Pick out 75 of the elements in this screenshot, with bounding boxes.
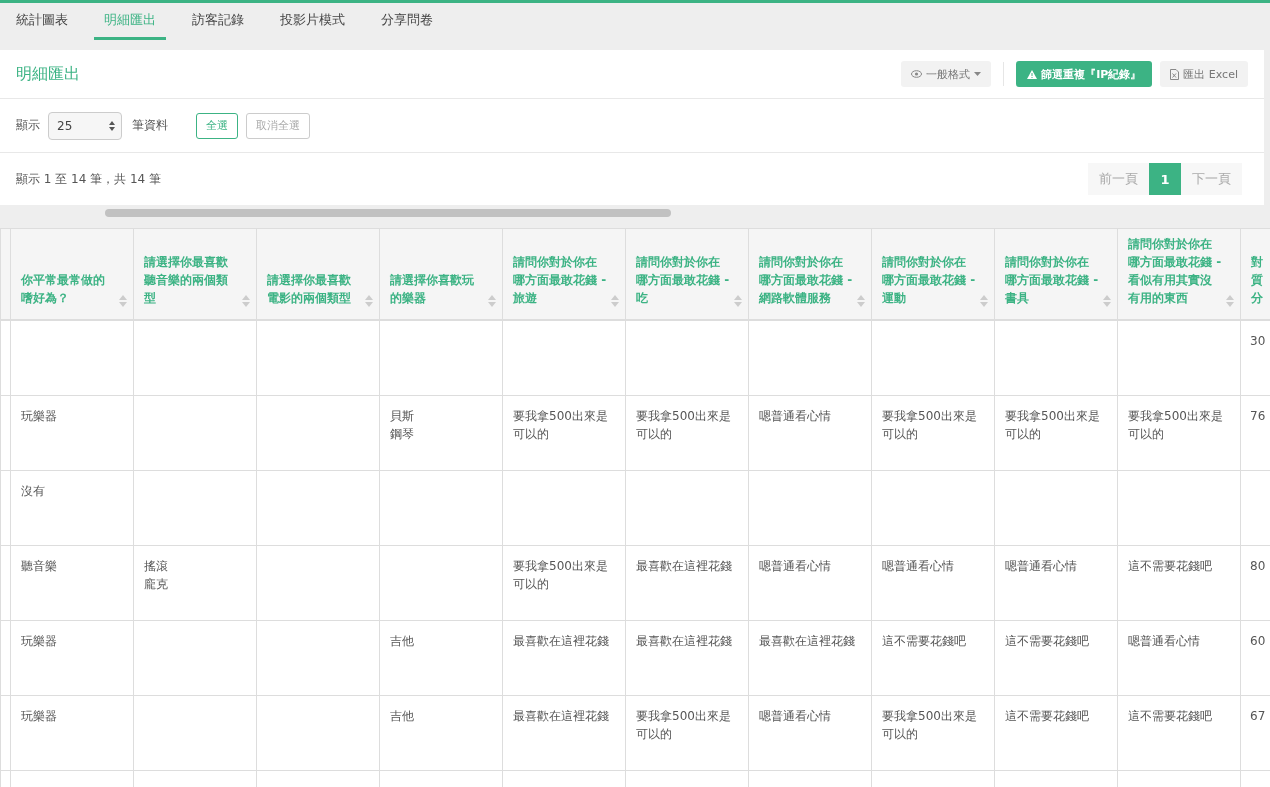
table-cell: 玩樂器 (10, 395, 134, 471)
select-all-button[interactable]: 全選 (196, 112, 238, 139)
tab[interactable]: 統計圖表 (6, 3, 78, 40)
sort-icon[interactable] (734, 295, 742, 307)
sort-icon[interactable] (857, 295, 865, 307)
table-cell: 要我拿500出來是可以的 (871, 395, 995, 471)
table-cell: 要我拿500出來是可以的 (1117, 395, 1241, 471)
table-cell: 最喜歡在這裡花錢 (748, 620, 872, 696)
column-header[interactable]: 對質分 (1240, 228, 1270, 320)
sort-icon[interactable] (1226, 295, 1234, 307)
table-cell: 搖滾 龐克 (133, 545, 257, 621)
caret-icon (974, 72, 982, 76)
table-cell: 要我拿500出來是可以的 (994, 395, 1118, 471)
table-cell: 最喜歡在這裡花錢 (502, 695, 626, 771)
table-cell: 最喜歡在這裡花錢 (502, 620, 626, 696)
table-cell: 沒有 (10, 470, 134, 546)
page-button[interactable]: 1 (1149, 163, 1181, 195)
table-cell: 嗯普通看心情 (1117, 620, 1241, 696)
sort-icon[interactable] (611, 295, 619, 307)
column-header[interactable]: 請問你對於你在哪方面最敢花錢 - 看似有用其實沒有用的東西 (1117, 228, 1241, 320)
table-cell: 要我拿500出來是可以的 (625, 395, 749, 471)
table-cell: 要我拿500出來是可以的 (502, 395, 626, 471)
table-cell: 嗯普通看心情 (871, 545, 995, 621)
sort-icon[interactable] (365, 295, 373, 307)
page-size-select[interactable]: 25 (48, 111, 122, 140)
filter-button[interactable]: 篩選重複『IP紀錄』 (1016, 61, 1153, 87)
table-cell: 這不需要花錢吧 (994, 620, 1118, 696)
table-cell: 嗯普通看心情 (994, 545, 1118, 621)
table-cell: 吉他 (379, 695, 503, 771)
format-dropdown[interactable]: 一般格式 (901, 61, 992, 87)
table-cell: 這不需要花錢吧 (1117, 695, 1241, 771)
table-cell: 最喜歡在這裡花錢 (625, 620, 749, 696)
show-label: 顯示 (16, 117, 40, 134)
tab[interactable]: 分享問卷 (371, 3, 443, 40)
table-cell: 要我拿500出來是可以的 (625, 695, 749, 771)
column-header[interactable]: 請問你對於你在哪方面最敢花錢 - 書具 (994, 228, 1118, 320)
table-cell: 嗯普通看心情 (748, 695, 872, 771)
table-cell: 最喜歡在這裡花錢 (625, 545, 749, 621)
panel-title: 明細匯出 (16, 63, 81, 85)
file-icon (1170, 68, 1180, 80)
table-cell: 玩樂器 (10, 620, 134, 696)
table-cell: 嗯普通看心情 (748, 395, 872, 471)
column-header[interactable]: 請問你對於你在哪方面最敢花錢 - 網路軟體服務 (748, 228, 872, 320)
table-cell: 嗯普通看心情 (748, 545, 872, 621)
column-header[interactable]: 你平常最常做的嗜好為？ (10, 228, 134, 320)
table-cell: 玩樂器 (10, 695, 134, 771)
table-cell: 這不需要花錢吧 (871, 620, 995, 696)
table-cell: 吉他 (379, 620, 503, 696)
tab[interactable]: 訪客記錄 (182, 3, 254, 40)
column-header[interactable]: 請問你對於你在哪方面最敢花錢 - 運動 (871, 228, 995, 320)
column-header[interactable]: 請問你對於你在哪方面最敢花錢 - 旅遊 (502, 228, 626, 320)
table-cell: 貝斯 鋼琴 (379, 395, 503, 471)
eye-icon (911, 70, 923, 78)
scrollbar-thumb[interactable] (105, 209, 671, 217)
table-cell: 這不需要花錢吧 (994, 695, 1118, 771)
sort-icon[interactable] (488, 295, 496, 307)
export-button[interactable]: 匯出 Excel (1160, 61, 1248, 87)
sort-icon[interactable] (1103, 295, 1111, 307)
sort-icon[interactable] (119, 295, 127, 307)
table-cell: 聽音樂 (10, 545, 134, 621)
sort-icon[interactable] (242, 295, 250, 307)
column-header[interactable]: 請選擇你最喜歡電影的兩個類型 (256, 228, 380, 320)
sort-icon[interactable] (980, 295, 988, 307)
tab[interactable]: 投影片模式 (270, 3, 355, 40)
warning-icon (1027, 69, 1038, 79)
table-cell: 要我拿500出來是可以的 (502, 545, 626, 621)
column-header[interactable]: 請選擇你最喜歡聽音樂的兩個類型 (133, 228, 257, 320)
column-header[interactable]: 請問你對於你在哪方面最敢花錢 - 吃 (625, 228, 749, 320)
tab[interactable]: 明細匯出 (94, 3, 166, 40)
updown-icon (109, 120, 115, 131)
table-cell: 這不需要花錢吧 (1117, 545, 1241, 621)
table-cell: 要我拿500出來是可以的 (871, 695, 995, 771)
record-info: 顯示 1 至 14 筆，共 14 筆 (16, 170, 162, 188)
records-label: 筆資料 (132, 117, 168, 134)
column-header[interactable]: 請選擇你喜歡玩的樂器 (379, 228, 503, 320)
